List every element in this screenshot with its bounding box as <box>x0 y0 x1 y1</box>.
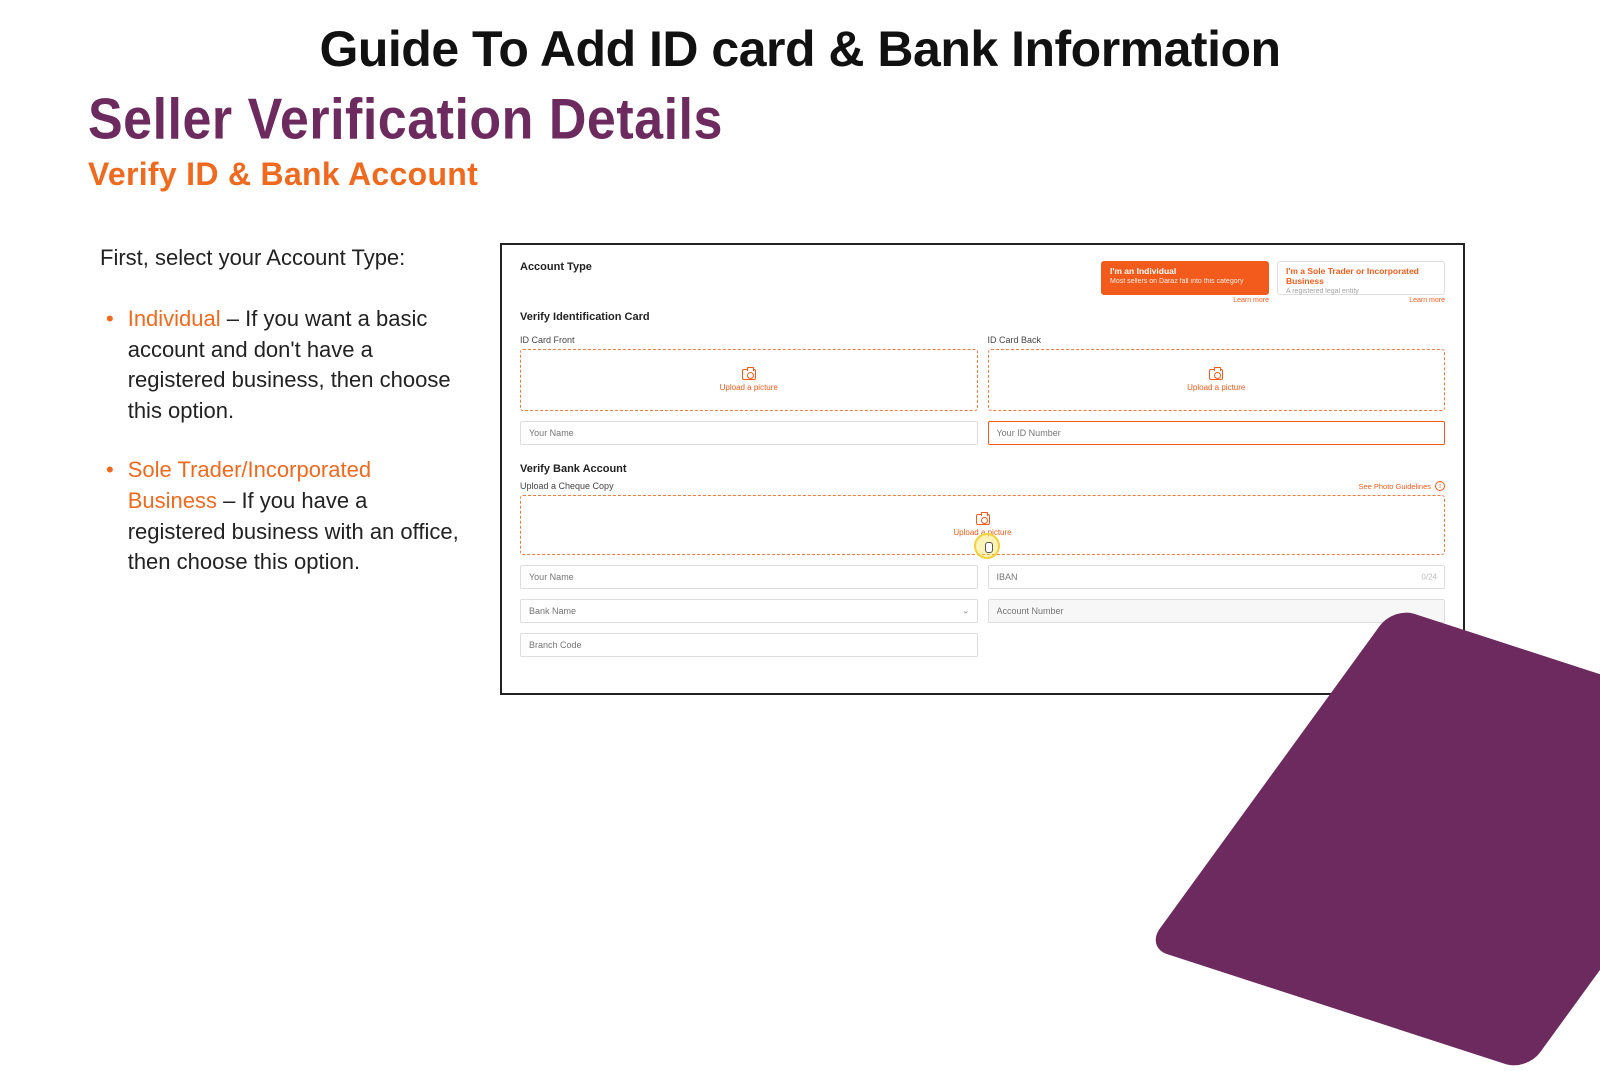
slide-heading-secondary: Verify ID & Bank Account <box>88 156 1600 193</box>
cheque-upload-label: Upload a Cheque Copy <box>520 481 614 491</box>
bullet-text: Sole Trader/Incorporated Business – If y… <box>128 455 460 578</box>
bullet-dot-icon: • <box>106 304 114 427</box>
bank-name-select[interactable] <box>520 599 978 623</box>
your-id-number-input[interactable] <box>988 421 1446 445</box>
camera-icon <box>976 514 990 525</box>
learn-more-link[interactable]: Learn more <box>1409 297 1445 304</box>
branch-code-input[interactable] <box>520 633 978 657</box>
bank-your-name-input[interactable] <box>520 565 978 589</box>
iban-counter: 0/24 <box>1421 573 1437 582</box>
id-front-upload[interactable]: Upload a picture <box>520 349 978 411</box>
cursor-highlight-icon <box>974 533 1000 559</box>
verify-bank-heading: Verify Bank Account <box>520 463 1445 475</box>
account-number-input[interactable] <box>988 599 1446 623</box>
id-front-label: ID Card Front <box>520 335 978 345</box>
slide-heading-primary: Seller Verification Details <box>88 87 1600 153</box>
bullet-item: • Individual – If you want a basic accou… <box>100 304 460 427</box>
verify-id-heading: Verify Identification Card <box>520 311 1445 323</box>
bullet-text: Individual – If you want a basic account… <box>128 304 460 427</box>
card-subtitle: Most sellers on Daraz fall into this cat… <box>1110 278 1260 285</box>
bullet-item: • Sole Trader/Incorporated Business – If… <box>100 455 460 578</box>
account-type-label: Account Type <box>520 261 592 273</box>
id-back-label: ID Card Back <box>988 335 1446 345</box>
upload-text: Upload a picture <box>1187 383 1245 392</box>
see-photo-guidelines-link[interactable]: See Photo Guidelines i <box>1358 481 1445 491</box>
info-icon: i <box>1435 481 1445 491</box>
slide-title: Guide To Add ID card & Bank Information <box>0 20 1600 78</box>
instruction-column: First, select your Account Type: • Indiv… <box>100 243 460 695</box>
card-title: I'm an Individual <box>1110 266 1260 276</box>
intro-text: First, select your Account Type: <box>100 243 460 274</box>
see-guide-text: See Photo Guidelines <box>1358 482 1431 491</box>
account-type-business-card[interactable]: I'm a Sole Trader or Incorporated Busine… <box>1277 261 1445 295</box>
account-type-individual-card[interactable]: I'm an Individual Most sellers on Daraz … <box>1101 261 1269 295</box>
card-subtitle: A registered legal entity <box>1286 288 1436 295</box>
form-screenshot: Account Type I'm an Individual Most sell… <box>500 243 1465 695</box>
camera-icon <box>1209 369 1223 380</box>
your-name-input[interactable] <box>520 421 978 445</box>
learn-more-link[interactable]: Learn more <box>1233 297 1269 304</box>
upload-text: Upload a picture <box>720 383 778 392</box>
bullet-term: Individual <box>128 306 221 331</box>
bullet-dot-icon: • <box>106 455 114 578</box>
chevron-down-icon: ⌄ <box>962 606 970 617</box>
card-title: I'm a Sole Trader or Incorporated Busine… <box>1286 266 1436 286</box>
camera-icon <box>742 369 756 380</box>
iban-input[interactable] <box>988 565 1446 589</box>
id-back-upload[interactable]: Upload a picture <box>988 349 1446 411</box>
